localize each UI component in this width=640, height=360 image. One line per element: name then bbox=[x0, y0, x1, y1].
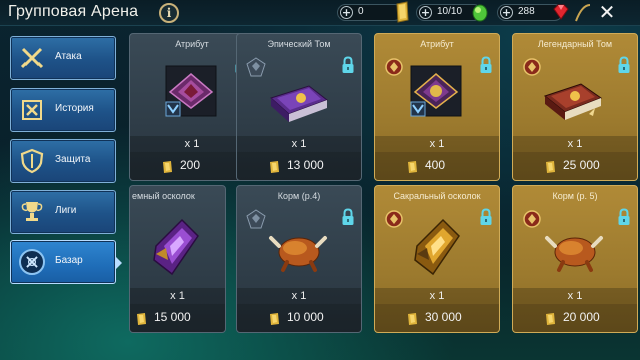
price-value: 400 bbox=[425, 158, 446, 172]
sidebar-item-attack[interactable]: Атака bbox=[10, 36, 116, 80]
purple-tome-icon bbox=[270, 85, 329, 122]
ruby-resource[interactable]: + 288 bbox=[497, 4, 569, 21]
rank-badge-icon bbox=[523, 210, 541, 228]
info-icon[interactable]: i bbox=[159, 3, 179, 23]
item-quantity: x 1 bbox=[375, 288, 499, 304]
plus-icon[interactable]: + bbox=[340, 6, 353, 19]
rank-badge-icon bbox=[523, 58, 541, 76]
item-quantity: x 1 bbox=[130, 288, 225, 304]
ruby-icon bbox=[553, 4, 569, 20]
gold-value: 0 bbox=[358, 6, 364, 17]
top-bar: Групповая Арена i + 0 + 10/10 + 288 ✕ bbox=[0, 0, 640, 26]
ruby-value: 288 bbox=[518, 6, 535, 17]
roast-chicken-icon bbox=[545, 236, 603, 272]
rank-badge-icon bbox=[385, 210, 403, 228]
sidebar-item-bazaar[interactable]: Базар bbox=[10, 240, 122, 284]
sidebar-item-label: История bbox=[55, 103, 94, 114]
crossed-swords-icon bbox=[20, 47, 44, 69]
item-quantity: x 1 bbox=[513, 136, 637, 152]
lock-icon bbox=[480, 56, 492, 73]
item-name: Легендарный Том bbox=[537, 39, 613, 49]
red-tome-icon bbox=[543, 83, 603, 120]
curved-divider-icon bbox=[575, 4, 591, 22]
price-value: 15 000 bbox=[154, 310, 191, 324]
trophy-icon bbox=[21, 202, 43, 221]
gold-bar-icon bbox=[546, 161, 555, 173]
sidebar-item-defense[interactable]: Защита bbox=[10, 139, 116, 183]
price-value: 10 000 bbox=[287, 310, 324, 324]
plus-icon[interactable]: + bbox=[419, 6, 432, 19]
purple-shard-icon bbox=[153, 218, 199, 276]
price-value: 25 000 bbox=[563, 158, 600, 172]
sidebar-item-history[interactable]: История bbox=[10, 88, 116, 132]
shop-item-food-r4[interactable]: Корм (р.4) x 1 10 000 bbox=[236, 185, 362, 333]
token-resource[interactable]: + 10/10 bbox=[416, 4, 488, 22]
price-value: 20 000 bbox=[563, 310, 600, 324]
token-value: 10/10 bbox=[437, 6, 463, 17]
item-quantity: x 1 bbox=[375, 136, 499, 152]
sidebar-item-label: Базар bbox=[55, 255, 83, 266]
gold-resource[interactable]: + 0 bbox=[337, 1, 409, 23]
lock-icon bbox=[342, 208, 354, 225]
gold-bar-icon bbox=[396, 1, 409, 23]
item-quantity: x 1 bbox=[513, 288, 637, 304]
gem-icon bbox=[165, 65, 217, 117]
gold-shard-icon bbox=[414, 218, 460, 276]
roast-chicken-icon bbox=[269, 236, 327, 272]
rank-badge-icon bbox=[246, 57, 266, 77]
scroll-icon bbox=[22, 100, 42, 120]
rank-badge-icon bbox=[385, 58, 403, 76]
item-price: 20 000 bbox=[513, 304, 637, 332]
lock-icon bbox=[618, 56, 630, 73]
green-token-icon bbox=[472, 4, 488, 22]
price-value: 200 bbox=[180, 158, 201, 172]
lock-icon bbox=[480, 208, 492, 225]
gold-bar-icon bbox=[270, 313, 279, 325]
lock-icon bbox=[618, 208, 630, 225]
rank-badge-icon bbox=[246, 209, 266, 229]
item-name: Сакральный осколок bbox=[393, 191, 481, 201]
plus-icon[interactable]: + bbox=[500, 6, 513, 19]
shop-item-sacred-shard[interactable]: Сакральный осколок x 1 30 000 bbox=[374, 185, 500, 333]
item-quantity: x 1 bbox=[237, 136, 361, 152]
price-value: 13 000 bbox=[287, 158, 324, 172]
item-name: Атрибут bbox=[420, 39, 454, 49]
shop-item-legendary-tome[interactable]: Легендарный Том x 1 25 000 bbox=[512, 33, 638, 181]
gold-bar-icon bbox=[270, 161, 279, 173]
gold-bar-icon bbox=[408, 161, 417, 173]
item-name: емный осколок bbox=[132, 191, 195, 201]
item-name: Эпический Том bbox=[267, 39, 331, 49]
sidebar-item-leagues[interactable]: Лиги bbox=[10, 190, 116, 234]
gem-icon bbox=[410, 65, 462, 117]
item-quantity: x 1 bbox=[237, 288, 361, 304]
lock-icon bbox=[342, 56, 354, 73]
gold-bar-icon bbox=[546, 313, 555, 325]
sidebar-item-label: Защита bbox=[55, 154, 91, 165]
item-price: 30 000 bbox=[375, 304, 499, 332]
close-icon[interactable]: ✕ bbox=[596, 1, 618, 23]
sidebar-item-label: Лиги bbox=[55, 205, 77, 216]
shop-item-epic-tome[interactable]: Эпический Том x 1 13 000 bbox=[236, 33, 362, 181]
item-price: 400 bbox=[375, 152, 499, 180]
item-name: Корм (р. 5) bbox=[552, 191, 598, 201]
price-value: 30 000 bbox=[425, 310, 462, 324]
bazaar-icon bbox=[19, 249, 45, 275]
item-price: 13 000 bbox=[237, 152, 361, 180]
gold-bar-icon bbox=[163, 161, 172, 173]
item-price: 15 000 bbox=[130, 304, 225, 332]
shield-icon bbox=[20, 148, 44, 174]
gold-bar-icon bbox=[408, 313, 417, 325]
sidebar-item-label: Атака bbox=[55, 51, 82, 62]
shop-item-food-r5[interactable]: Корм (р. 5) x 1 20 000 bbox=[512, 185, 638, 333]
item-price: 10 000 bbox=[237, 304, 361, 332]
item-price: 25 000 bbox=[513, 152, 637, 180]
item-name: Корм (р.4) bbox=[277, 191, 321, 201]
shop-item-void-shard[interactable]: емный осколок x 1 15 000 bbox=[129, 185, 226, 333]
shop-item-attribute-gold[interactable]: Атрибут x 1 400 bbox=[374, 33, 500, 181]
gold-bar-icon bbox=[137, 313, 146, 325]
page-title: Групповая Арена bbox=[8, 3, 139, 20]
